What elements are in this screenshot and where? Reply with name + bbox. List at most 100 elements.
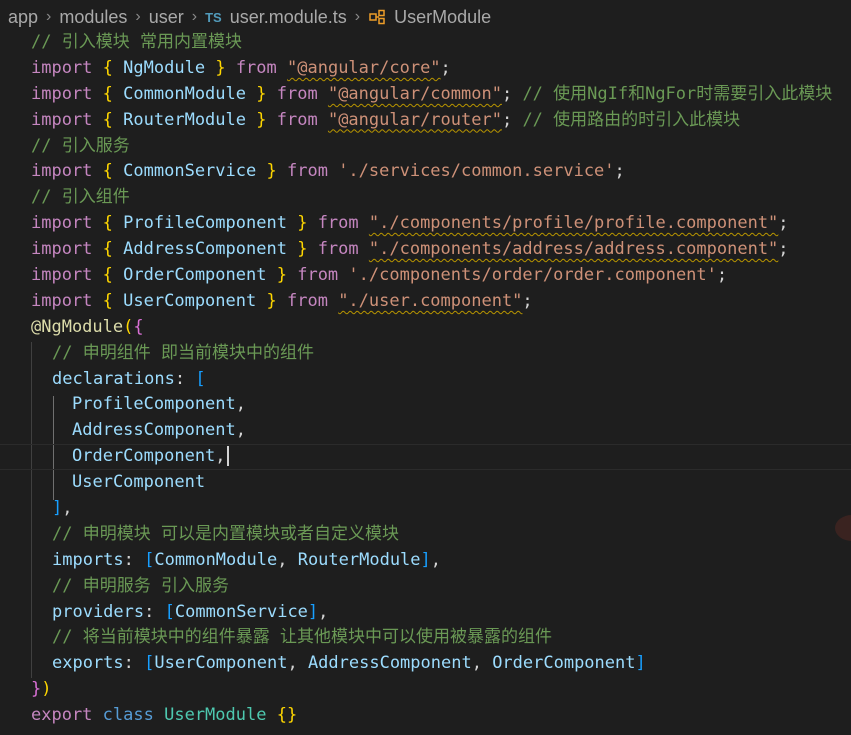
code-line: import { NgModule } from "@angular/core"… bbox=[31, 57, 451, 78]
code-line: import { AddressComponent } from "./comp… bbox=[31, 239, 789, 260]
brace: } bbox=[276, 265, 287, 286]
string-literal: "./components/profile/profile.component" bbox=[368, 213, 779, 234]
brace: { bbox=[102, 265, 113, 286]
keyword: from bbox=[317, 239, 359, 260]
keyword: import bbox=[31, 213, 93, 234]
string-literal: "./components/address/address.component" bbox=[368, 239, 779, 260]
identifier: RouterModule bbox=[123, 109, 246, 130]
identifier: OrderComponent bbox=[72, 446, 216, 467]
code-line: ProfileComponent, bbox=[72, 394, 247, 415]
breadcrumb-item-user[interactable]: user bbox=[149, 7, 184, 28]
comment: // 将当前模块中的组件暴露 让其他模块中可以使用被暴露的组件 bbox=[52, 627, 552, 648]
comment: // 申明服务 引入服务 bbox=[52, 575, 229, 596]
comment: // 引入服务 bbox=[31, 135, 130, 156]
string-literal: "./user.component" bbox=[338, 290, 523, 311]
identifier: UserComponent bbox=[154, 653, 288, 674]
brace: } bbox=[31, 679, 42, 700]
chevron-right-icon: › bbox=[46, 8, 52, 25]
keyword: import bbox=[31, 109, 93, 130]
brace: { bbox=[102, 109, 113, 130]
chevron-right-icon: › bbox=[135, 8, 141, 25]
code-line: import { OrderComponent } from './compon… bbox=[31, 265, 728, 286]
breadcrumb-item-symbol[interactable]: UserModule bbox=[394, 7, 491, 28]
keyword: class bbox=[102, 705, 154, 726]
code-line: UserComponent bbox=[0, 470, 851, 496]
code-line: imports: [CommonModule, RouterModule], bbox=[52, 549, 442, 570]
brace: } bbox=[297, 239, 308, 260]
brace: { bbox=[102, 290, 113, 311]
code-line: exports: [UserComponent, AddressComponen… bbox=[52, 653, 646, 674]
keyword: import bbox=[31, 290, 93, 311]
code-line: import { ProfileComponent } from "./comp… bbox=[31, 213, 789, 234]
code-line: // 申明组件 即当前模块中的组件 bbox=[0, 341, 851, 367]
keyword: from bbox=[286, 161, 328, 182]
decorator: @NgModule bbox=[31, 316, 124, 337]
identifier: NgModule bbox=[123, 57, 206, 78]
paren: ( bbox=[123, 316, 134, 337]
property-name: providers bbox=[52, 601, 145, 622]
chevron-right-icon: › bbox=[354, 8, 361, 25]
identifier: AddressComponent bbox=[307, 653, 472, 674]
code-line: declarations: [ bbox=[52, 368, 206, 389]
brace: } bbox=[256, 83, 267, 104]
keyword: import bbox=[31, 265, 93, 286]
code-line: // 引入组件 bbox=[0, 185, 851, 211]
brace: { bbox=[102, 57, 113, 78]
brace: {} bbox=[276, 705, 298, 726]
identifier: CommonModule bbox=[154, 549, 278, 570]
code-line: // 将当前模块中的组件暴露 让其他模块中可以使用被暴露的组件 bbox=[0, 625, 851, 651]
brace: } bbox=[266, 290, 277, 311]
string-literal: './components/order/order.component' bbox=[348, 265, 717, 286]
property-name: declarations bbox=[52, 368, 175, 389]
breadcrumb-item-modules[interactable]: modules bbox=[59, 7, 127, 28]
identifier: UserComponent bbox=[123, 290, 257, 311]
code-line: @NgModule({ bbox=[0, 315, 851, 341]
identifier: AddressComponent bbox=[72, 420, 236, 441]
typescript-file-icon: TS bbox=[205, 9, 222, 25]
string-literal: "@angular/common" bbox=[327, 83, 502, 104]
string-literal: "@angular/core" bbox=[287, 57, 441, 78]
keyword: from bbox=[297, 265, 339, 286]
property-name: imports bbox=[52, 549, 124, 570]
keyword: import bbox=[31, 57, 93, 78]
code-line: providers: [CommonService], bbox=[52, 601, 329, 622]
code-line: ], bbox=[52, 498, 73, 519]
keyword: from bbox=[276, 83, 318, 104]
keyword: from bbox=[286, 290, 328, 311]
breadcrumb-item-file[interactable]: user.module.ts bbox=[230, 7, 347, 28]
comment: // 使用NgIf和NgFor时需要引入此模块 bbox=[522, 83, 833, 104]
code-content[interactable]: // 引入模块 常用内置模块 import { NgModule } from … bbox=[0, 30, 851, 729]
identifier: AddressComponent bbox=[123, 239, 287, 260]
keyword: from bbox=[317, 213, 359, 234]
brace: { bbox=[102, 239, 113, 260]
brace: } bbox=[256, 109, 267, 130]
code-line: }) bbox=[0, 677, 851, 703]
string-literal: "@angular/router" bbox=[327, 109, 502, 130]
brace: } bbox=[266, 161, 277, 182]
breadcrumb-item-app[interactable]: app bbox=[8, 7, 38, 28]
code-line: export class UserModule {} bbox=[0, 703, 851, 729]
brace: } bbox=[297, 213, 308, 234]
code-line: // 引入模块 常用内置模块 bbox=[0, 30, 851, 56]
code-editor[interactable]: app › modules › user › TS user.module.ts… bbox=[0, 0, 851, 735]
identifier: OrderComponent bbox=[123, 265, 267, 286]
identifier: RouterModule bbox=[297, 549, 421, 570]
code-line: import { CommonService } from './service… bbox=[31, 161, 625, 182]
breadcrumb: app › modules › user › TS user.module.ts… bbox=[0, 0, 851, 34]
code-line: import { RouterModule } from "@angular/r… bbox=[31, 109, 741, 130]
code-line: import { UserComponent } from "./user.co… bbox=[31, 290, 533, 311]
bracket: [ bbox=[195, 368, 206, 389]
identifier: UserComponent bbox=[72, 472, 206, 493]
keyword: import bbox=[31, 239, 93, 260]
comment: // 申明模块 可以是内置模块或者自定义模块 bbox=[52, 523, 399, 544]
code-line: import { CommonModule } from "@angular/c… bbox=[31, 83, 833, 104]
bracket: ] bbox=[52, 498, 63, 519]
comment: // 引入模块 常用内置模块 bbox=[31, 32, 242, 52]
code-line: AddressComponent, bbox=[72, 420, 247, 441]
brace: { bbox=[133, 316, 144, 337]
identifier: ProfileComponent bbox=[72, 394, 236, 415]
identifier: CommonService bbox=[174, 601, 308, 622]
keyword: from bbox=[235, 57, 277, 78]
paren: ) bbox=[41, 679, 52, 700]
text-cursor bbox=[226, 446, 229, 467]
